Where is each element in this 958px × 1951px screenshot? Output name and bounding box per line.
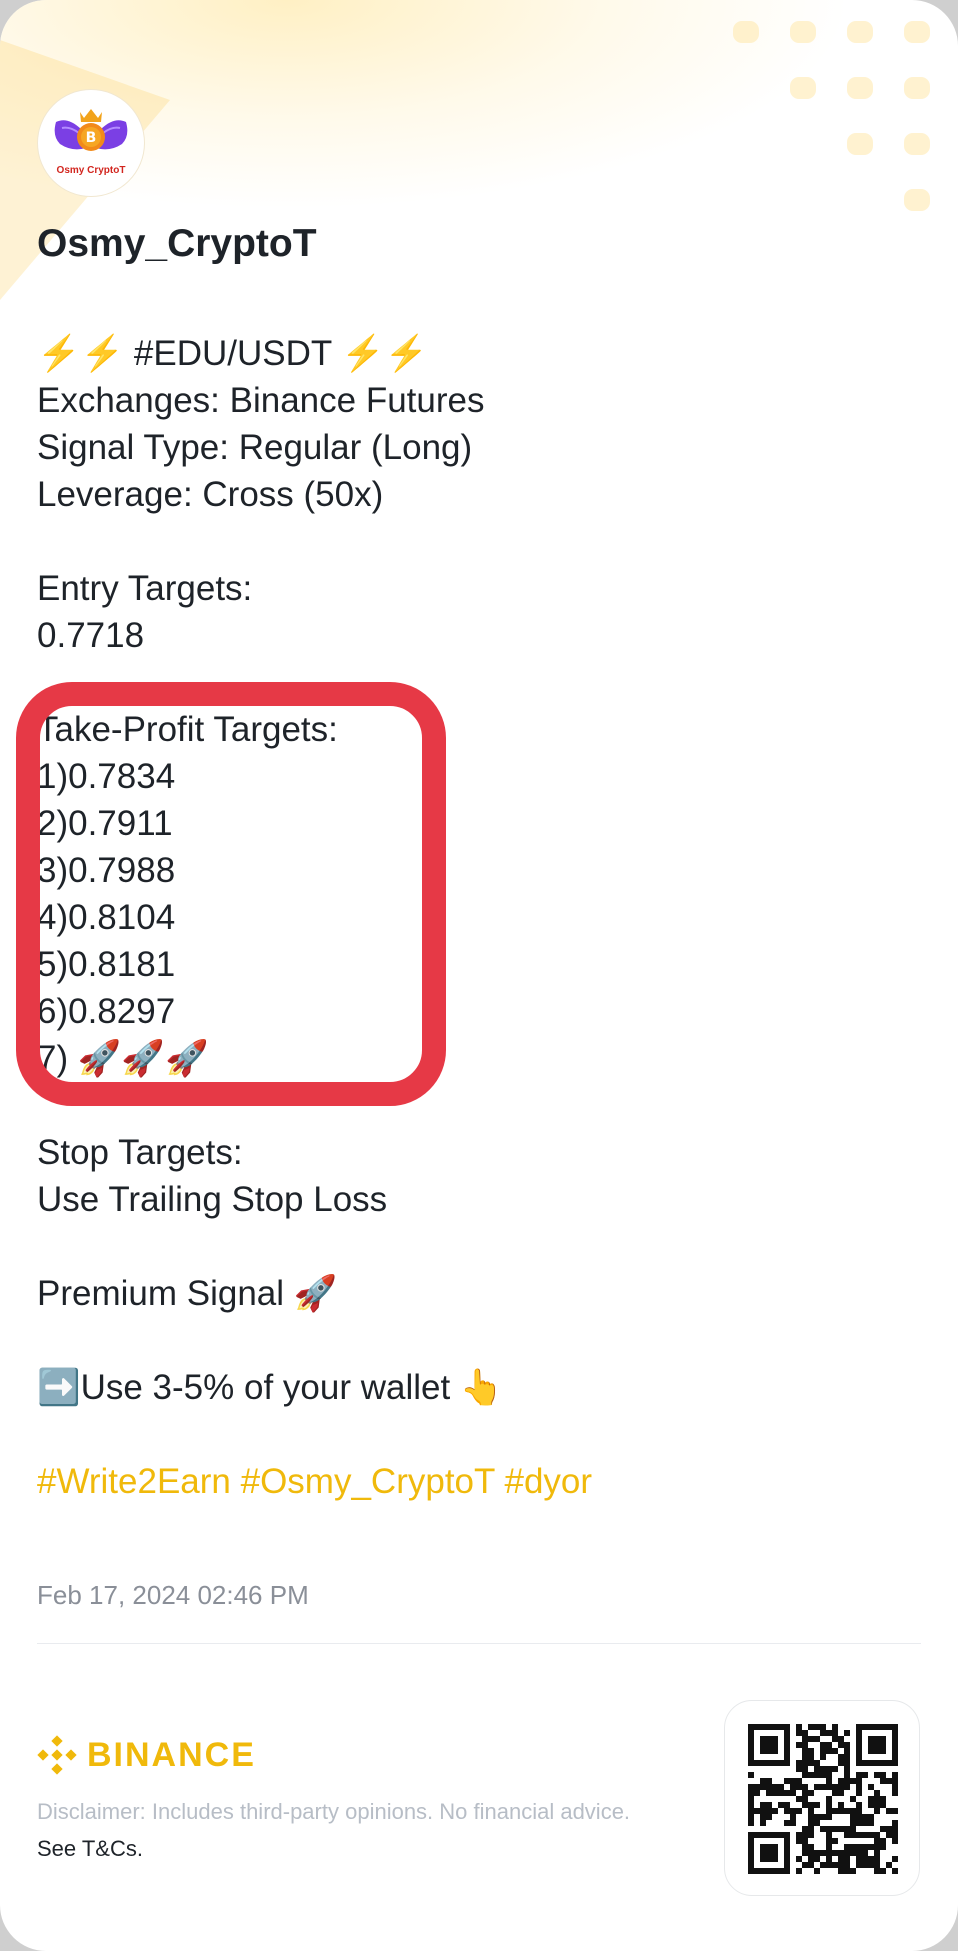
disclaimer: Disclaimer: Includes third-party opinion…	[37, 1793, 657, 1867]
share-card: B Osmy CryptoT Osmy_CryptoT ⚡⚡ #EDU/USDT…	[0, 0, 958, 1951]
take-profit-highlight	[16, 682, 446, 1106]
binance-brand: BINANCE	[37, 1733, 256, 1777]
post-timestamp: Feb 17, 2024 02:46 PM	[37, 1580, 309, 1610]
author-name[interactable]: Osmy_CryptoT	[37, 222, 317, 266]
entry-value: 0.7718	[37, 616, 145, 655]
decor-dot	[790, 77, 816, 99]
wallet-note: ➡️Use 3-5% of your wallet 👆	[37, 1368, 504, 1407]
qr-code-icon	[748, 1724, 898, 1874]
signal-type: Signal Type: Regular (Long)	[37, 428, 473, 467]
author-avatar[interactable]: B Osmy CryptoT	[38, 90, 144, 196]
stop-value: Use Trailing Stop Loss	[37, 1180, 388, 1219]
divider	[37, 1643, 921, 1644]
decor-dot	[904, 133, 930, 155]
premium-signal: Premium Signal 🚀	[37, 1274, 338, 1313]
decor-dot	[904, 189, 930, 211]
decor-dot	[904, 77, 930, 99]
avatar-logo-text: Osmy CryptoT	[57, 165, 126, 176]
decor-dot	[904, 21, 930, 43]
decor-dot	[847, 21, 873, 43]
decor-dot	[733, 21, 759, 43]
qr-code[interactable]	[724, 1700, 920, 1896]
signal-pair: ⚡⚡ #EDU/USDT ⚡⚡	[37, 334, 429, 373]
terms-link[interactable]: See T&Cs.	[37, 1836, 143, 1861]
decor-dot	[847, 77, 873, 99]
hashtags-link[interactable]: #Write2Earn #Osmy_CryptoT #dyor	[37, 1458, 592, 1505]
decor-dot	[790, 21, 816, 43]
brand-name: BINANCE	[87, 1735, 256, 1774]
signal-exchanges: Exchanges: Binance Futures	[37, 381, 485, 420]
disclaimer-text: Disclaimer: Includes third-party opinion…	[37, 1799, 631, 1824]
svg-text:B: B	[86, 130, 97, 146]
entry-heading: Entry Targets:	[37, 569, 253, 608]
signal-leverage: Leverage: Cross (50x)	[37, 475, 384, 514]
decor-dot	[847, 133, 873, 155]
binance-logo-icon	[37, 1735, 77, 1775]
stop-heading: Stop Targets:	[37, 1133, 243, 1172]
avatar-logo-icon: B Osmy CryptoT	[54, 109, 128, 176]
